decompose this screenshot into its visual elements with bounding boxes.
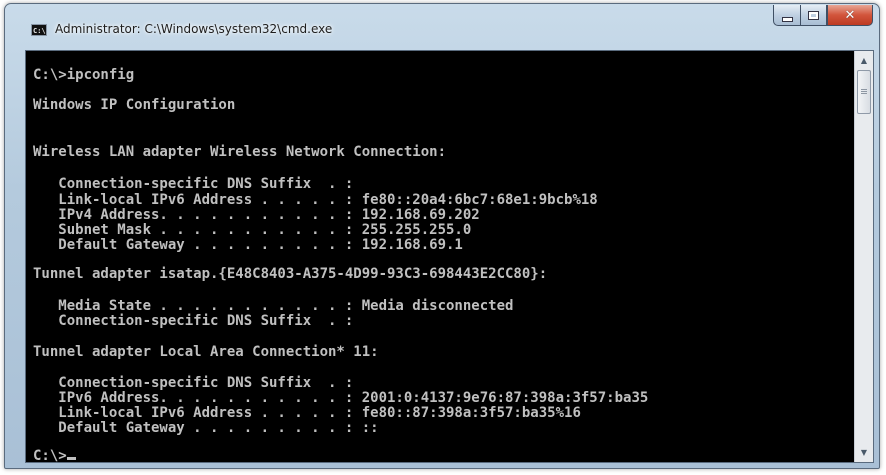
console-line: IPv4 Address. . . . . . . . . . . : 192.…: [33, 207, 480, 223]
window-title: Administrator: C:\Windows\system32\cmd.e…: [55, 22, 333, 36]
console-line: Tunnel adapter Local Area Connection* 11…: [33, 344, 379, 360]
minimize-icon: [781, 16, 793, 22]
console-line: Media State . . . . . . . . . . . : Medi…: [33, 298, 514, 314]
text-cursor: [66, 457, 76, 460]
console-line: Default Gateway . . . . . . . . . : 192.…: [33, 237, 463, 253]
vertical-scrollbar[interactable]: ▲ ▼: [854, 51, 873, 462]
console-output[interactable]: C:\>ipconfig Windows IP Configuration Wi…: [26, 51, 854, 462]
close-icon: ✕: [844, 7, 856, 23]
console-line: Link-local IPv6 Address . . . . . : fe80…: [33, 405, 581, 421]
minimize-button[interactable]: [773, 5, 800, 26]
caption-buttons: ✕: [773, 5, 873, 27]
title-bar[interactable]: C:\ Administrator: C:\Windows\system32\c…: [5, 4, 879, 48]
scrollbar-thumb[interactable]: [857, 70, 871, 114]
grip-icon: [861, 89, 867, 90]
cmd-window: C:\ Administrator: C:\Windows\system32\c…: [4, 3, 880, 469]
console-line: C:\>ipconfig: [33, 67, 135, 83]
console-line: Connection-specific DNS Suffix . :: [33, 313, 354, 329]
console-client-area: C:\>ipconfig Windows IP Configuration Wi…: [25, 50, 874, 463]
scroll-down-icon[interactable]: ▼: [856, 444, 872, 461]
console-line: Windows IP Configuration: [33, 97, 236, 113]
console-line: Connection-specific DNS Suffix . :: [33, 176, 354, 192]
console-line: Default Gateway . . . . . . . . . : ::: [33, 420, 379, 436]
maximize-button[interactable]: [800, 5, 827, 26]
console-line: Subnet Mask . . . . . . . . . . . : 255.…: [33, 222, 472, 238]
maximize-icon: [809, 11, 818, 19]
console-line: Wireless LAN adapter Wireless Network Co…: [33, 144, 447, 160]
console-line: Link-local IPv6 Address . . . . . : fe80…: [33, 192, 598, 208]
console-line: IPv6 Address. . . . . . . . . . . : 2001…: [33, 390, 649, 406]
prompt-text: C:\>: [33, 448, 67, 462]
scroll-up-icon[interactable]: ▲: [856, 52, 872, 69]
command-prompt[interactable]: C:\>: [33, 449, 76, 462]
console-line: Connection-specific DNS Suffix . :: [33, 375, 354, 391]
console-line: Tunnel adapter isatap.{E48C8403-A375-4D9…: [33, 266, 548, 282]
close-button[interactable]: ✕: [827, 5, 873, 26]
cmd-icon[interactable]: C:\: [31, 24, 47, 36]
